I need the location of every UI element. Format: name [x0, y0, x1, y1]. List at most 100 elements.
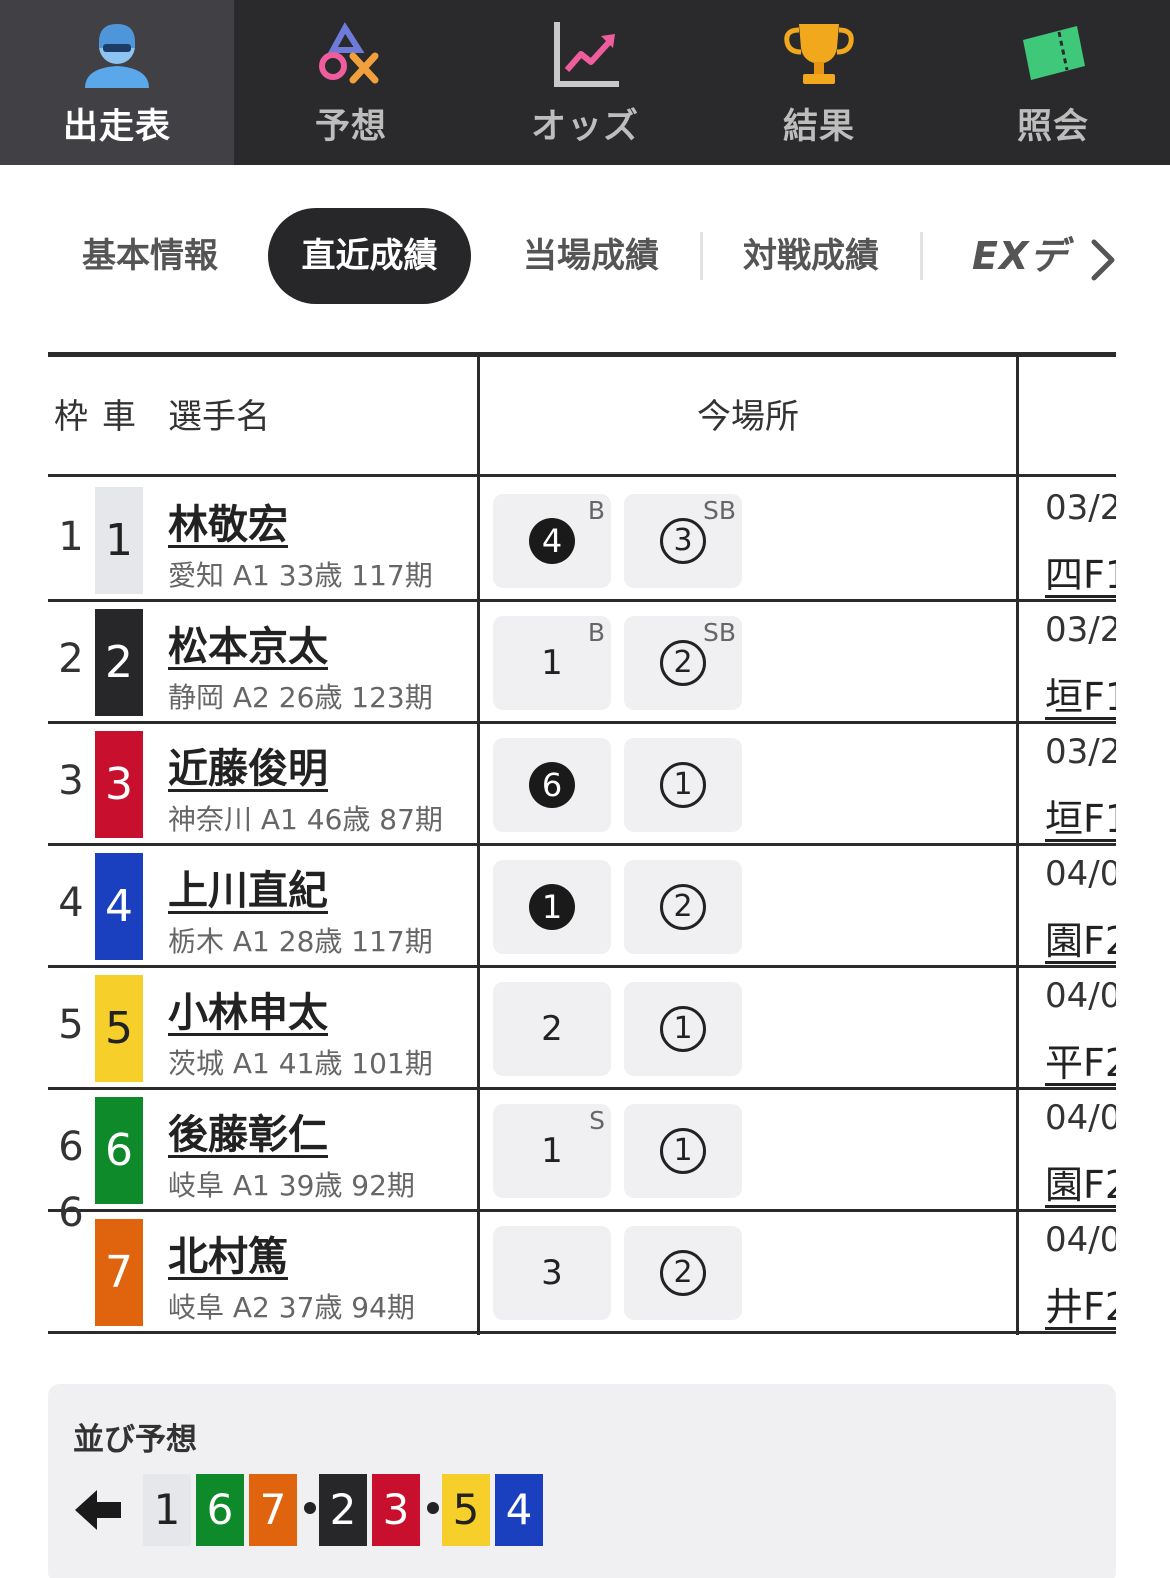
- line-separator-dot: [304, 1502, 316, 1514]
- car-number-badge: 2: [95, 609, 143, 716]
- line-car-chip: 6: [196, 1474, 244, 1546]
- nav-label: 結果: [782, 107, 855, 147]
- car-number-badge: 7: [95, 1219, 143, 1326]
- shared-waku: 6: [58, 1190, 84, 1236]
- previous-race-venue-link[interactable]: 井F2: [1045, 1276, 1116, 1331]
- line-car-chip: 7: [249, 1474, 297, 1546]
- player-name-link[interactable]: 北村篤: [168, 1224, 288, 1282]
- car-number-badge: 3: [95, 731, 143, 838]
- race-result-cell[interactable]: 3: [493, 1226, 611, 1320]
- previous-race-date: 04/0: [1045, 1220, 1116, 1260]
- race-result-cell[interactable]: 3 SB: [624, 494, 742, 588]
- race-result-cell[interactable]: 2: [624, 1226, 742, 1320]
- header-venue: 今場所: [697, 397, 799, 437]
- finish-position: 1: [660, 1006, 706, 1052]
- previous-race-date: 03/2: [1045, 610, 1116, 650]
- player-name-link[interactable]: 小林申太: [168, 980, 328, 1038]
- finish-position: 1: [660, 762, 706, 808]
- race-result-cell[interactable]: 6: [493, 738, 611, 832]
- finish-position: 1: [541, 1131, 563, 1171]
- prediction-marks-icon: [319, 22, 379, 84]
- trophy-icon: [784, 24, 854, 84]
- line-car-chip: 4: [495, 1474, 543, 1546]
- table-row: 7 北村篤岐阜 A2 37歳 94期 3 2 04/0 井F2: [48, 1212, 1116, 1334]
- previous-race-venue-link[interactable]: 垣F1: [1045, 666, 1116, 721]
- tactic-tag: S: [589, 1106, 605, 1135]
- player-name-link[interactable]: 松本京太: [168, 614, 328, 672]
- race-result-cell[interactable]: 1: [624, 738, 742, 832]
- car-number-badge: 4: [95, 853, 143, 960]
- nav-item-entries[interactable]: 出走表: [0, 0, 234, 165]
- race-result-cell[interactable]: 1: [624, 1104, 742, 1198]
- line-car-chip: 2: [319, 1474, 367, 1546]
- previous-race-date: 03/2: [1045, 488, 1116, 528]
- waku-number: 5: [58, 1002, 84, 1048]
- player-name-link[interactable]: 後藤彰仁: [168, 1102, 328, 1160]
- previous-race-venue-link[interactable]: 園F2: [1045, 910, 1116, 965]
- finish-position: 3: [660, 518, 706, 564]
- player-name-link[interactable]: 近藤俊明: [168, 736, 328, 794]
- nav-item-odds[interactable]: オッズ: [468, 0, 702, 165]
- race-result-cell[interactable]: 1: [624, 982, 742, 1076]
- finish-position: 2: [660, 1250, 706, 1296]
- top-nav: 出走表 予想 オッズ 結果 照会: [0, 0, 1170, 165]
- line-car-chip: 5: [442, 1474, 490, 1546]
- player-info: 栃木 A1 28歳 117期: [168, 925, 433, 958]
- previous-race-venue-link[interactable]: 四F1: [1045, 544, 1116, 599]
- person-helmet-icon: [85, 24, 149, 88]
- nav-item-results[interactable]: 結果: [702, 0, 936, 165]
- waku-number: 4: [58, 880, 84, 926]
- player-info: 静岡 A2 26歳 123期: [168, 681, 433, 714]
- race-result-cell[interactable]: 1: [493, 860, 611, 954]
- player-info: 岐阜 A1 39歳 92期: [168, 1169, 415, 1202]
- tab-recent-results[interactable]: 直近成績: [268, 208, 471, 304]
- race-result-cell[interactable]: 4B: [493, 494, 611, 588]
- finish-position: 1: [660, 1128, 706, 1174]
- line-car-chip: 1: [143, 1474, 191, 1546]
- table-row: 44 上川直紀栃木 A1 28歳 117期 1 2 04/0 園F2: [48, 846, 1116, 968]
- entries-table: 枠 車 選手名 今場所 1 1 林敬宏 愛知 A1 33歳 117期 4 B 3 SB 03/2…: [48, 352, 1116, 1335]
- tab-basic-info[interactable]: 基本情報: [70, 208, 230, 304]
- player-name-link[interactable]: 林敬宏: [168, 492, 288, 550]
- player-info: 愛知 A1 33歳 117期: [168, 559, 433, 592]
- ticket-icon: [1023, 26, 1085, 80]
- chevron-right-icon[interactable]: [1088, 238, 1118, 282]
- table-row: 11林敬宏愛知 A1 33歳 117期4B3SB03/2四F1: [48, 480, 1116, 602]
- finish-position: 2: [541, 1009, 563, 1049]
- race-result-cell[interactable]: 2: [624, 860, 742, 954]
- tactic-tag: B: [587, 496, 605, 525]
- tab-head-to-head[interactable]: 対戦成績: [730, 208, 892, 304]
- previous-race-venue-link[interactable]: 園F2: [1045, 1154, 1116, 1209]
- tab-ex-data[interactable]: EXデ: [972, 208, 1082, 304]
- previous-race-date: 03/2: [1045, 732, 1116, 772]
- finish-position: 1: [529, 884, 575, 930]
- finish-position: 2: [660, 884, 706, 930]
- race-result-cell[interactable]: 2: [493, 982, 611, 1076]
- previous-race-venue-link[interactable]: 垣F1: [1045, 788, 1116, 843]
- previous-race-venue-link[interactable]: 平F2: [1045, 1032, 1116, 1087]
- nav-label: 照会: [1016, 107, 1089, 147]
- tactic-tag: SB: [702, 496, 736, 525]
- line-car-chip: 3: [372, 1474, 420, 1546]
- waku-number: 6: [58, 1124, 84, 1170]
- waku-number: 3: [58, 758, 84, 804]
- nav-label: オッズ: [530, 107, 639, 147]
- arrow-left-icon: [75, 1490, 121, 1530]
- subtab-bar: 基本情報 直近成績 当場成績 対戦成績 EXデ: [0, 208, 1170, 304]
- race-result-cell[interactable]: 2 SB: [624, 616, 742, 710]
- player-info: 岐阜 A2 37歳 94期: [168, 1291, 415, 1324]
- nav-item-inquiry[interactable]: 照会: [936, 0, 1170, 165]
- table-header: 枠 車 選手名 今場所: [48, 357, 1116, 477]
- chart-up-icon: [554, 22, 619, 87]
- player-info: 茨城 A1 41歳 101期: [168, 1047, 433, 1080]
- finish-position: 3: [541, 1253, 563, 1293]
- table-row: 33 近藤俊明神奈川 A1 46歳 87期 6 1 03/2 垣F1: [48, 724, 1116, 846]
- tab-divider: [700, 232, 703, 280]
- race-result-cell[interactable]: 1S: [493, 1104, 611, 1198]
- nav-item-prediction[interactable]: 予想: [234, 0, 468, 165]
- nav-label: 出走表: [62, 107, 171, 147]
- player-name-link[interactable]: 上川直紀: [168, 858, 328, 916]
- race-result-cell[interactable]: 1B: [493, 616, 611, 710]
- tab-venue-results[interactable]: 当場成績: [510, 208, 672, 304]
- finish-position: 1: [541, 643, 563, 683]
